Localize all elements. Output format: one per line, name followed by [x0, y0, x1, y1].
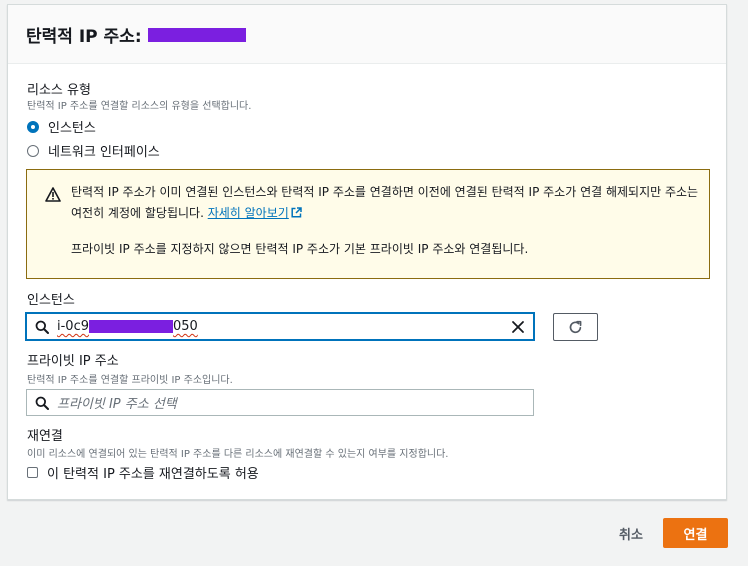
radio-network-interface-label: 네트워크 인터페이스	[48, 145, 160, 160]
private-ip-description: 탄력적 IP 주소를 연결할 프라이빗 IP 주소입니다.	[27, 375, 233, 386]
radio-instance-label: 인스턴스	[48, 121, 96, 136]
associate-button[interactable]: 연결	[663, 518, 728, 548]
clear-icon[interactable]	[511, 320, 525, 334]
alert-message-text: 탄력적 IP 주소가 이미 연결된 인스턴스와 탄력적 IP 주소를 연결하면 …	[71, 185, 699, 220]
allow-reassociation-option[interactable]: 이 탄력적 IP 주소를 재연결하도록 허용	[27, 463, 259, 482]
reassociation-description: 이미 리소스에 연결되어 있는 탄력적 IP 주소를 다른 리소스에 재연결할 …	[27, 449, 449, 460]
instance-label: 인스턴스	[27, 293, 75, 308]
refresh-icon	[569, 320, 582, 333]
allow-reassociation-checkbox[interactable]	[27, 467, 38, 478]
associate-eip-panel: 탄력적 IP 주소: 리소스 유형 탄력적 IP 주소를 연결할 리소스의 유형…	[7, 4, 727, 500]
instance-search-value: i-0c9 050	[57, 319, 198, 334]
resource-type-description: 탄력적 IP 주소를 연결할 리소스의 유형을 선택합니다.	[27, 101, 252, 112]
warning-alert: 탄력적 IP 주소가 이미 연결된 인스턴스와 탄력적 IP 주소를 연결하면 …	[26, 169, 710, 279]
alert-message: 탄력적 IP 주소가 이미 연결된 인스턴스와 탄력적 IP 주소를 연결하면 …	[71, 182, 701, 224]
panel-title-text: 탄력적 IP 주소:	[26, 27, 142, 47]
instance-search-input[interactable]: i-0c9 050	[26, 313, 534, 340]
instance-id-prefix: i-0c9	[57, 319, 89, 334]
learn-more-link-text: 자세히 알아보기	[207, 206, 289, 220]
redacted-instance-id	[89, 320, 173, 333]
search-icon	[35, 320, 49, 334]
panel-title: 탄력적 IP 주소:	[26, 22, 246, 47]
external-link-icon	[291, 207, 302, 218]
warning-icon	[45, 187, 61, 202]
redacted-ip-address	[147, 27, 246, 42]
resource-type-label: 리소스 유형	[27, 83, 91, 98]
private-ip-placeholder: 프라이빗 IP 주소 선택	[57, 397, 177, 412]
search-icon	[35, 396, 49, 410]
panel-header: 탄력적 IP 주소:	[8, 5, 726, 64]
allow-reassociation-label: 이 탄력적 IP 주소를 재연결하도록 허용	[47, 467, 259, 482]
radio-network-interface[interactable]	[27, 144, 39, 157]
cancel-button[interactable]: 취소	[606, 520, 656, 546]
alert-secondary-message: 프라이빗 IP 주소를 지정하지 않으면 탄력적 IP 주소가 기본 프라이빗 …	[71, 242, 529, 256]
radio-option-network-interface[interactable]: 네트워크 인터페이스	[27, 141, 160, 160]
private-ip-select[interactable]: 프라이빗 IP 주소 선택	[26, 389, 534, 416]
instance-id-suffix: 050	[173, 319, 198, 334]
private-ip-label: 프라이빗 IP 주소	[27, 354, 119, 369]
learn-more-link[interactable]: 자세히 알아보기	[208, 206, 302, 220]
radio-instance[interactable]	[27, 120, 39, 133]
reassociation-label: 재연결	[27, 429, 63, 444]
radio-option-instance[interactable]: 인스턴스	[27, 117, 96, 136]
refresh-button[interactable]	[553, 313, 598, 341]
